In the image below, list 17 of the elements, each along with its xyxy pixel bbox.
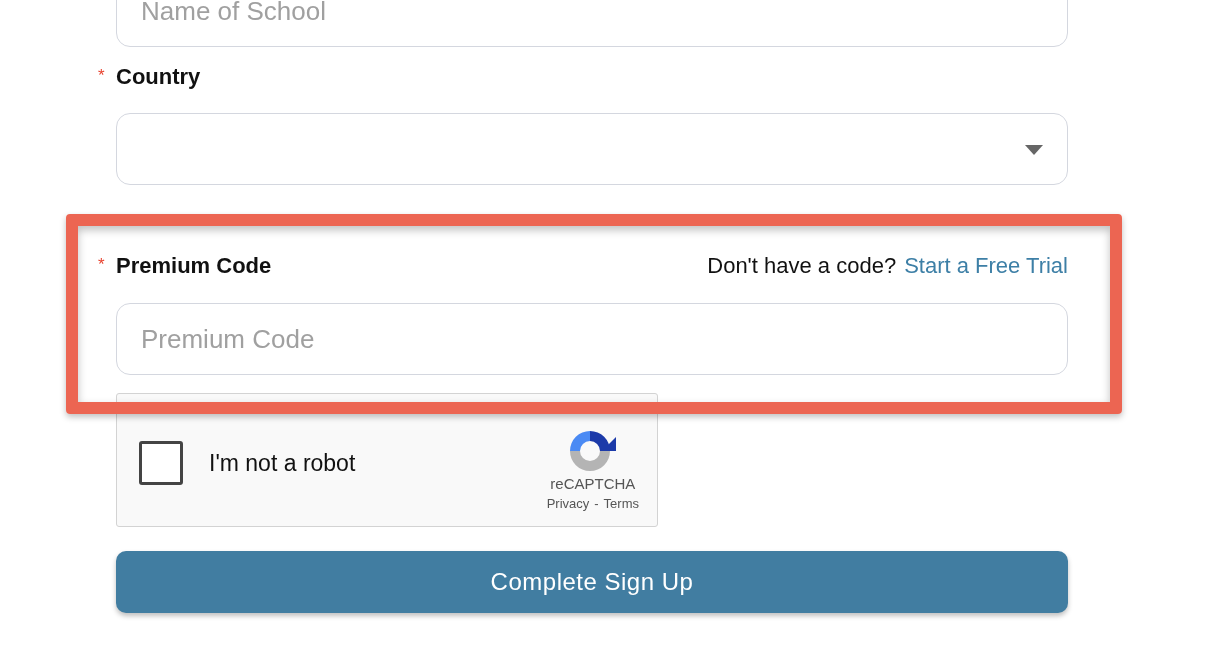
recaptcha-logo-icon bbox=[569, 431, 616, 471]
hint-text: Don't have a code? bbox=[707, 253, 897, 279]
captcha-label: I'm not a robot bbox=[209, 449, 356, 477]
terms-link[interactable]: Terms bbox=[603, 496, 639, 511]
privacy-link[interactable]: Privacy bbox=[546, 496, 590, 511]
caret-icon bbox=[1025, 145, 1043, 155]
captcha-checkbox[interactable] bbox=[139, 441, 183, 485]
required-asterisk: * bbox=[98, 255, 105, 275]
recaptcha-brand: reCAPTCHA bbox=[550, 475, 636, 492]
input-field[interactable]: Name of School bbox=[116, 0, 1068, 47]
required-asterisk: * bbox=[98, 66, 105, 86]
field-label: Premium Code bbox=[116, 253, 272, 279]
free-trial-link[interactable]: Start a Free Trial bbox=[904, 253, 1068, 279]
separator-text: - bbox=[594, 496, 599, 511]
field-label: Country bbox=[116, 64, 201, 90]
input-field[interactable]: Premium Code bbox=[116, 303, 1068, 375]
complete-sign-up-button[interactable]: Complete Sign Up bbox=[116, 551, 1068, 613]
